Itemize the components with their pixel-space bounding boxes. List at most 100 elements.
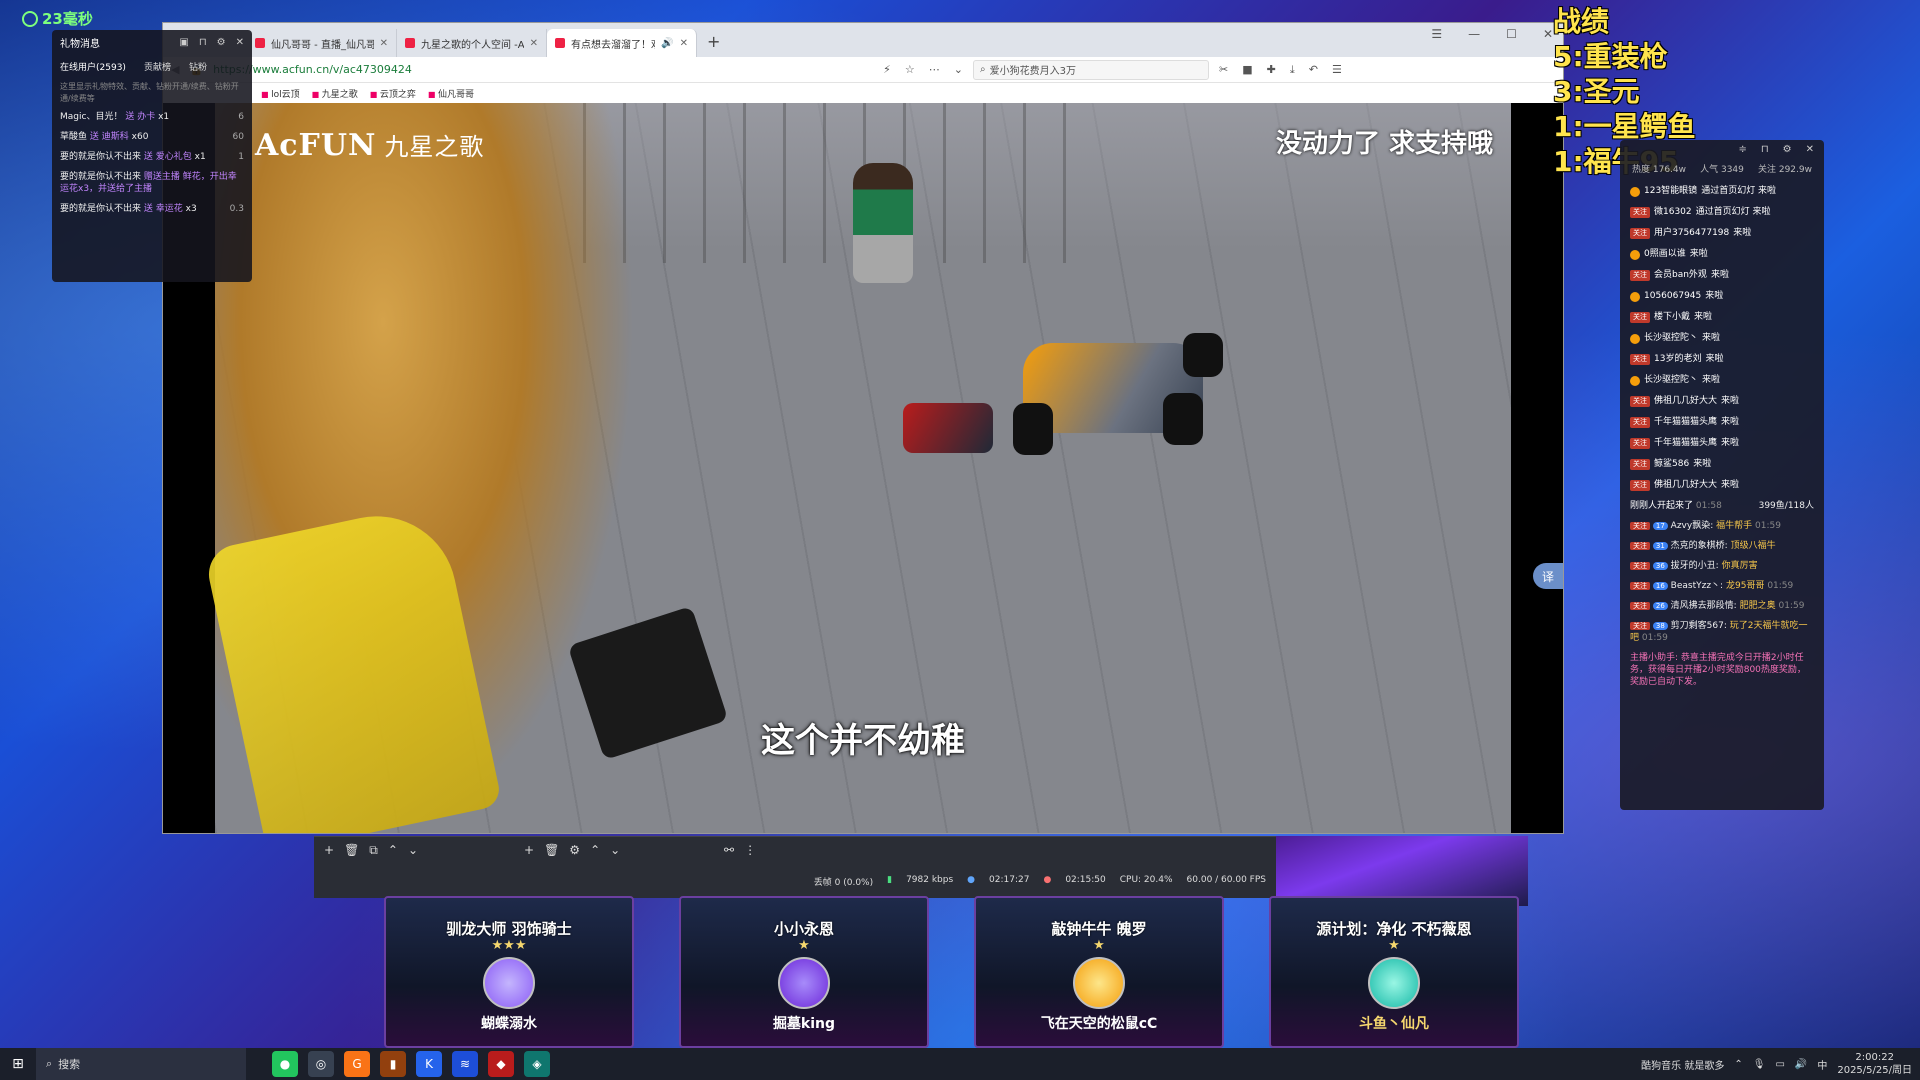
obs-icon[interactable]: ◎ bbox=[308, 1051, 334, 1077]
danmu-text: 来啦 bbox=[1721, 480, 1740, 490]
menu-icon[interactable]: ☰ bbox=[1332, 63, 1342, 77]
gift-panel: 礼物消息 ▣ ⊓ ⚙ ✕ 在线用户(2593) 贡献榜 钻粉 这里显示礼物特效、… bbox=[52, 30, 252, 282]
gift-action: 送 爱心礼包 bbox=[143, 152, 192, 162]
gear-icon[interactable]: ⚙ bbox=[217, 37, 226, 48]
comment-user: Azvy飘染: bbox=[1670, 521, 1714, 531]
tab-favicon-icon bbox=[405, 38, 415, 48]
kugou-icon[interactable]: K bbox=[416, 1051, 442, 1077]
danmu-text: 来啦 bbox=[1694, 312, 1713, 322]
lock-icon[interactable]: ⊓ bbox=[199, 37, 207, 48]
add-icon[interactable]: + bbox=[324, 843, 334, 858]
trash-icon[interactable]: 🗑 bbox=[544, 843, 559, 857]
gift-amount: 0.3 bbox=[229, 204, 244, 214]
video-player[interactable]: AcFUN 九星之歌 没动力了 求支持哦 这个并不幼稚 译 bbox=[163, 103, 1563, 833]
copy-icon[interactable]: ⧉ bbox=[369, 843, 378, 858]
gift-count: x3 bbox=[185, 204, 197, 214]
comment-time: 01:59 bbox=[1641, 633, 1668, 643]
link-icon[interactable]: ⚯ bbox=[724, 843, 734, 857]
app-icon[interactable]: ◈ bbox=[524, 1051, 550, 1077]
comment-user: 清风拂去那段情: bbox=[1670, 601, 1737, 611]
video-rc-car bbox=[1003, 323, 1223, 473]
close-icon[interactable]: ✕ bbox=[530, 38, 538, 49]
puzzle-icon[interactable]: ✚ bbox=[1267, 63, 1276, 77]
url-field[interactable]: https://www.acfun.cn/v/ac47309424 bbox=[213, 63, 873, 76]
close-icon[interactable]: ✕ bbox=[380, 38, 388, 49]
badge-icon bbox=[1630, 291, 1640, 302]
chevron-up-icon[interactable]: ⌃ bbox=[590, 843, 600, 857]
bookmark-item[interactable]: 九星之歌 bbox=[312, 87, 358, 100]
danmu-text: 来啦 bbox=[1721, 417, 1740, 427]
video-small-car bbox=[903, 403, 993, 453]
volume-icon[interactable]: 🔊 bbox=[1795, 1059, 1807, 1070]
gear-icon[interactable]: ⚙ bbox=[1783, 144, 1792, 156]
game-icon[interactable]: ▮ bbox=[380, 1051, 406, 1077]
player-card: 驯龙大师 羽饰骑士 ★★★ 蝴蝶溺水 bbox=[384, 896, 634, 1048]
bookmark-item[interactable]: 仙凡哥哥 bbox=[428, 87, 474, 100]
browser-tab-1[interactable]: 仙凡哥哥 - 直播_仙凡哥哥 - 直 ✕ bbox=[247, 29, 397, 57]
close-icon[interactable]: ✕ bbox=[1806, 144, 1814, 156]
window-menu-icon[interactable]: ☰ bbox=[1431, 27, 1442, 41]
gear-icon[interactable]: ⚙ bbox=[569, 843, 580, 857]
network-icon[interactable]: ▭ bbox=[1775, 1059, 1784, 1070]
more-icon[interactable]: ⋮ bbox=[744, 843, 756, 857]
browser-g-icon[interactable]: G bbox=[344, 1051, 370, 1077]
bookmark-item[interactable]: lol云顶 bbox=[261, 87, 300, 100]
chevron-down-icon[interactable]: ⌄ bbox=[408, 843, 418, 858]
trash-icon[interactable]: 🗑 bbox=[344, 843, 359, 858]
taskbar-search-text: 搜索 bbox=[58, 1058, 81, 1071]
undo-icon[interactable]: ↶ bbox=[1309, 63, 1318, 77]
dropped-frames: 丢帧 0 (0.0%) bbox=[813, 878, 874, 888]
chevron-down-icon[interactable]: ⌄ bbox=[610, 843, 620, 857]
chevron-down-icon[interactable]: ⌄ bbox=[954, 63, 963, 76]
bookmark-item[interactable]: 云顶之弈 bbox=[370, 87, 416, 100]
bitrate: 7982 kbps bbox=[906, 875, 954, 885]
window-icon[interactable]: ▣ bbox=[179, 37, 188, 48]
more-icon[interactable]: ⋯ bbox=[929, 63, 940, 76]
record-time: 02:15:50 bbox=[1065, 875, 1106, 885]
close-window-icon[interactable]: ✕ bbox=[1543, 27, 1553, 41]
video-child bbox=[853, 163, 913, 283]
lock-icon[interactable]: ⊓ bbox=[1761, 144, 1769, 156]
chevron-up-icon[interactable]: ⌃ bbox=[388, 843, 398, 858]
badge-icon: 关注 bbox=[1630, 459, 1650, 470]
scissors-icon[interactable]: ✂ bbox=[1219, 63, 1228, 77]
browser-search[interactable]: ⌕ 爱小狗花费月入3万 bbox=[973, 59, 1209, 80]
new-tab-button[interactable]: + bbox=[697, 32, 730, 57]
browser-tab-2[interactable]: 九星之歌的个人空间 -AcFun弹 ✕ bbox=[397, 29, 547, 57]
wechat-icon[interactable]: ● bbox=[272, 1051, 298, 1077]
tab-title: 九星之歌的个人空间 -AcFun弹 bbox=[421, 39, 524, 51]
windows-start-icon[interactable]: ⊞ bbox=[0, 1056, 36, 1072]
acfun-logo: AcFUN 九星之歌 bbox=[255, 127, 484, 163]
star-icon[interactable]: ☆ bbox=[905, 63, 915, 76]
app-icon[interactable]: ◆ bbox=[488, 1051, 514, 1077]
pin-icon[interactable]: ≑ bbox=[1738, 144, 1746, 156]
player-card: 小小永恩 ★ 掘墓king bbox=[679, 896, 929, 1048]
clock[interactable]: 2:00:22 2025/5/25/周日 bbox=[1837, 1051, 1912, 1077]
browser-tab-3[interactable]: 有点想去溜溜了！欢乐八分 🔊 ✕ bbox=[547, 29, 697, 57]
lightning-icon[interactable]: ⚡ bbox=[883, 63, 891, 76]
level-badge: 31 bbox=[1652, 542, 1668, 550]
gift-user: Magic、目光！ bbox=[60, 112, 123, 122]
card-player-name: 飞在天空的松鼠cC bbox=[1040, 1016, 1158, 1032]
minimize-icon[interactable]: — bbox=[1468, 27, 1480, 41]
maximize-icon[interactable]: ☐ bbox=[1506, 27, 1517, 41]
card-skin-name: 小小永恩 bbox=[773, 920, 834, 938]
card-stars: ★ bbox=[798, 938, 810, 953]
tab-online-users[interactable]: 在线用户(2593) bbox=[60, 60, 126, 73]
close-icon[interactable]: ✕ bbox=[680, 38, 688, 49]
chevron-up-icon[interactable]: ⌃ bbox=[1734, 1059, 1742, 1070]
close-icon[interactable]: ✕ bbox=[236, 37, 244, 48]
mic-icon[interactable]: 🎙 bbox=[1753, 1059, 1766, 1070]
speaker-icon[interactable]: 🔊 bbox=[661, 38, 673, 49]
tab-contribution[interactable]: 贡献榜 bbox=[144, 60, 171, 73]
extension-icon[interactable]: ■ bbox=[1242, 63, 1252, 77]
translate-button[interactable]: 译 bbox=[1533, 563, 1563, 589]
ime-indicator[interactable]: 中 bbox=[1817, 1057, 1827, 1072]
add-icon[interactable]: + bbox=[524, 843, 534, 857]
danmu-user: 楼下小戴 bbox=[1654, 312, 1691, 322]
taskbar-search[interactable]: ⌕ 搜索 bbox=[36, 1048, 246, 1080]
download-icon[interactable]: ⤓ bbox=[1290, 63, 1295, 77]
scene-tools: + 🗑 ⧉ ⌃ ⌄ bbox=[318, 843, 518, 858]
app-icon[interactable]: ≋ bbox=[452, 1051, 478, 1077]
tab-diamond-fans[interactable]: 钻粉 bbox=[189, 60, 207, 73]
